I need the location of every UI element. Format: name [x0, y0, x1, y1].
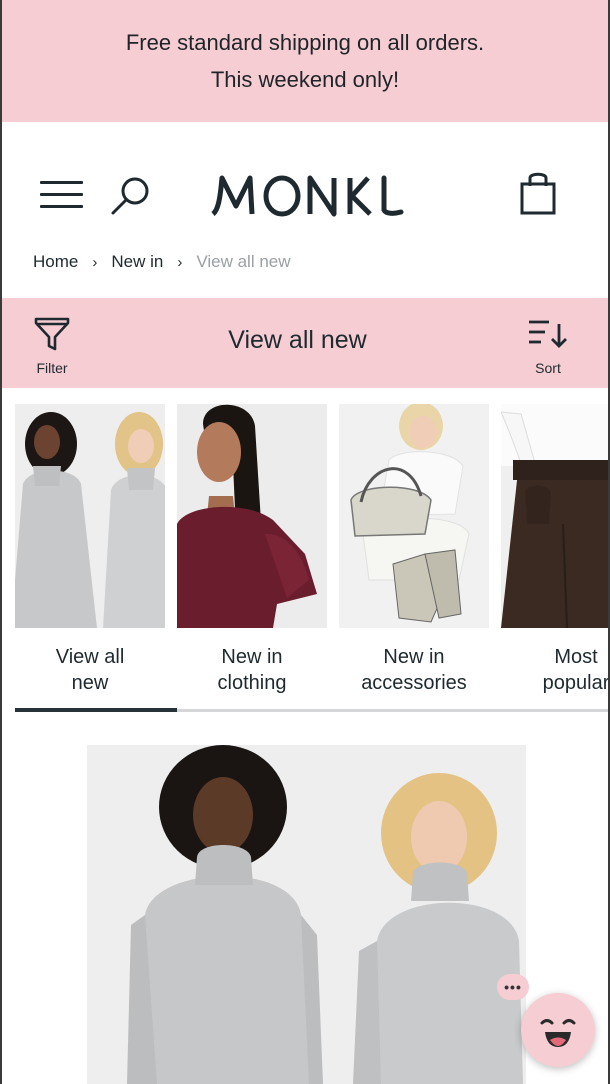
- category-tab-indicator: [15, 708, 177, 712]
- category-label: New in accessories: [361, 646, 467, 694]
- promo-banner: Free standard shipping on all orders. Th…: [0, 0, 610, 122]
- promo-line-1: Free standard shipping on all orders.: [125, 30, 485, 55]
- menu-icon[interactable]: [40, 180, 83, 210]
- logo-wordmark: [211, 175, 404, 217]
- breadcrumb-separator: ›: [177, 253, 183, 271]
- category-image-view-all-new: [15, 404, 165, 628]
- category-label: View all new: [55, 646, 125, 694]
- promo-line-2: This weekend only!: [210, 67, 400, 92]
- breadcrumb-home[interactable]: Home: [33, 252, 78, 272]
- category-label: Most popular: [542, 646, 610, 694]
- breadcrumb-new-in[interactable]: New in: [111, 252, 163, 272]
- category-tile-most-popular[interactable]: Most popular: [501, 404, 610, 704]
- category-carousel: View all new New in clothing New in acce…: [0, 404, 610, 714]
- category-tile-view-all-new[interactable]: View all new: [15, 404, 165, 704]
- brand-logo[interactable]: [210, 170, 404, 220]
- sort-icon: [529, 320, 567, 348]
- product-image[interactable]: [87, 745, 526, 1084]
- search-icon[interactable]: [108, 174, 154, 216]
- category-image-new-in-accessories: [339, 404, 489, 628]
- filter-icon: [34, 317, 70, 351]
- category-title-bar: Filter View all new Sort: [0, 298, 610, 388]
- filter-label: Filter: [36, 360, 68, 376]
- chat-launcher-button[interactable]: [521, 993, 595, 1067]
- category-image-new-in-clothing: [177, 404, 327, 628]
- sort-button[interactable]: Sort: [520, 318, 576, 382]
- category-tile-new-in-clothing[interactable]: New in clothing: [177, 404, 327, 704]
- breadcrumb: Home › New in › View all new: [33, 250, 291, 274]
- category-label: New in clothing: [217, 646, 287, 694]
- category-image-most-popular: [501, 404, 610, 628]
- breadcrumb-current: View all new: [196, 252, 291, 271]
- shopping-bag-icon[interactable]: [518, 170, 560, 216]
- smiley-face-icon: [540, 1019, 576, 1047]
- filter-button[interactable]: Filter: [22, 316, 82, 380]
- category-tile-new-in-accessories[interactable]: New in accessories: [339, 404, 489, 704]
- breadcrumb-separator: ›: [92, 253, 98, 271]
- sort-label: Sort: [535, 360, 561, 376]
- product-photo: [87, 745, 526, 1084]
- page-title: View all new: [228, 326, 367, 354]
